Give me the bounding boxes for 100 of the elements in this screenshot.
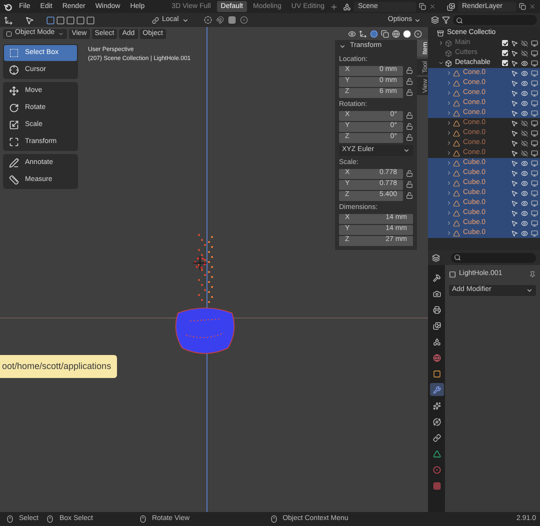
unlock-icon[interactable] — [406, 67, 413, 74]
render-icon[interactable] — [531, 40, 538, 46]
snap-grid-icon[interactable] — [228, 16, 236, 24]
pivot-icon[interactable] — [204, 16, 212, 24]
scene-icon[interactable] — [343, 2, 351, 10]
render-icon[interactable] — [531, 210, 538, 216]
render-icon[interactable] — [531, 200, 538, 206]
unlock-icon[interactable] — [406, 89, 413, 96]
link-icon — [432, 434, 440, 442]
search-icon — [456, 16, 463, 24]
search-field[interactable] — [453, 15, 537, 25]
eye-closed-icon[interactable] — [521, 150, 528, 156]
render-icon[interactable] — [531, 150, 538, 156]
unlock-icon[interactable] — [406, 78, 413, 85]
eye-icon[interactable] — [521, 170, 528, 176]
eye-closed-icon[interactable] — [521, 140, 528, 146]
properties-tab[interactable] — [430, 383, 444, 396]
wrench-icon — [432, 386, 440, 394]
unlock-icon[interactable] — [406, 170, 413, 177]
eye-icon[interactable] — [521, 220, 528, 226]
render-icon[interactable] — [531, 60, 538, 66]
unlock-icon[interactable] — [406, 123, 413, 130]
xray-icon[interactable] — [381, 30, 389, 38]
close-icon[interactable] — [429, 3, 436, 10]
eye-icon[interactable] — [521, 200, 528, 206]
caret-icon — [403, 147, 410, 154]
sphere-model — [175, 308, 235, 354]
add-workspace-icon[interactable] — [330, 2, 338, 10]
render-icon[interactable] — [531, 180, 538, 186]
checkbox[interactable] — [502, 50, 508, 56]
checkbox[interactable] — [502, 40, 508, 46]
close-icon[interactable] — [529, 3, 536, 10]
render-icon[interactable] — [531, 110, 538, 116]
gizmo-icon[interactable] — [359, 30, 367, 38]
render-icon[interactable] — [531, 170, 538, 176]
render-icon[interactable] — [531, 230, 538, 236]
visibility-icon[interactable] — [348, 30, 356, 38]
eye-icon[interactable] — [521, 100, 528, 106]
proportional-edit-icon[interactable] — [240, 16, 248, 24]
material-sphere-icon — [432, 466, 440, 474]
select-tool-icon[interactable] — [25, 16, 34, 24]
eye-closed-icon[interactable] — [521, 120, 528, 126]
eye-closed-icon[interactable] — [521, 40, 528, 46]
tool-icon — [432, 274, 440, 282]
caret-icon — [182, 16, 189, 24]
eye-icon[interactable] — [521, 80, 528, 86]
solid-shading-icon[interactable] — [403, 30, 411, 38]
render-icon[interactable] — [531, 100, 538, 106]
editor-type-icon[interactable] — [432, 254, 440, 262]
collection-icon — [445, 50, 452, 56]
render-icon[interactable] — [531, 50, 538, 56]
pen-icon — [9, 158, 19, 168]
eye-closed-icon[interactable] — [521, 50, 528, 56]
mouse-icon — [138, 515, 147, 523]
unlock-icon[interactable] — [406, 112, 413, 119]
wireframe-shading-icon[interactable] — [392, 30, 400, 38]
unlock-icon[interactable] — [406, 134, 413, 141]
render-icon[interactable] — [531, 90, 538, 96]
unlock-icon[interactable] — [406, 181, 413, 188]
search-field[interactable] — [451, 252, 536, 262]
render-icon[interactable] — [531, 120, 538, 126]
eye-icon[interactable] — [521, 70, 528, 76]
select-box-icon — [9, 48, 19, 58]
overlay-icon[interactable] — [370, 30, 378, 38]
eye-icon[interactable] — [521, 110, 528, 116]
render-icon[interactable] — [531, 130, 538, 136]
scale-icon — [9, 120, 19, 130]
render-icon[interactable] — [531, 190, 538, 196]
eye-icon[interactable] — [521, 90, 528, 96]
orbit-icon — [432, 418, 440, 426]
unlock-icon[interactable] — [406, 192, 413, 199]
3d-cursor-icon — [192, 256, 208, 270]
eye-icon[interactable] — [521, 190, 528, 196]
eye-icon[interactable] — [521, 60, 528, 66]
render-icon[interactable] — [531, 80, 538, 86]
display-mode-icon[interactable] — [431, 16, 439, 24]
render-icon[interactable] — [531, 70, 538, 76]
transform-gizmo-icon[interactable] — [4, 16, 13, 24]
material-shading-icon[interactable] — [414, 30, 422, 38]
render-icon[interactable] — [531, 160, 538, 166]
render-icon[interactable] — [531, 140, 538, 146]
eye-icon[interactable] — [521, 160, 528, 166]
eye-icon[interactable] — [521, 180, 528, 186]
eye-icon[interactable] — [521, 230, 528, 236]
checker-icon — [432, 482, 440, 490]
eye-icon[interactable] — [521, 210, 528, 216]
checkbox[interactable] — [502, 60, 508, 66]
filter-icon[interactable] — [442, 16, 450, 24]
eye-closed-icon[interactable] — [521, 130, 528, 136]
sparkles-icon — [432, 402, 440, 410]
render-icon[interactable] — [531, 220, 538, 226]
object-icon — [449, 271, 456, 278]
copy-icon[interactable] — [519, 3, 526, 10]
snap-icon[interactable] — [216, 16, 224, 24]
pin-icon[interactable] — [529, 271, 536, 278]
caret-icon[interactable] — [339, 43, 346, 50]
move-icon — [9, 86, 19, 96]
copy-icon[interactable] — [419, 3, 426, 10]
search-icon — [454, 254, 461, 261]
view-layer-icon[interactable] — [447, 2, 455, 10]
